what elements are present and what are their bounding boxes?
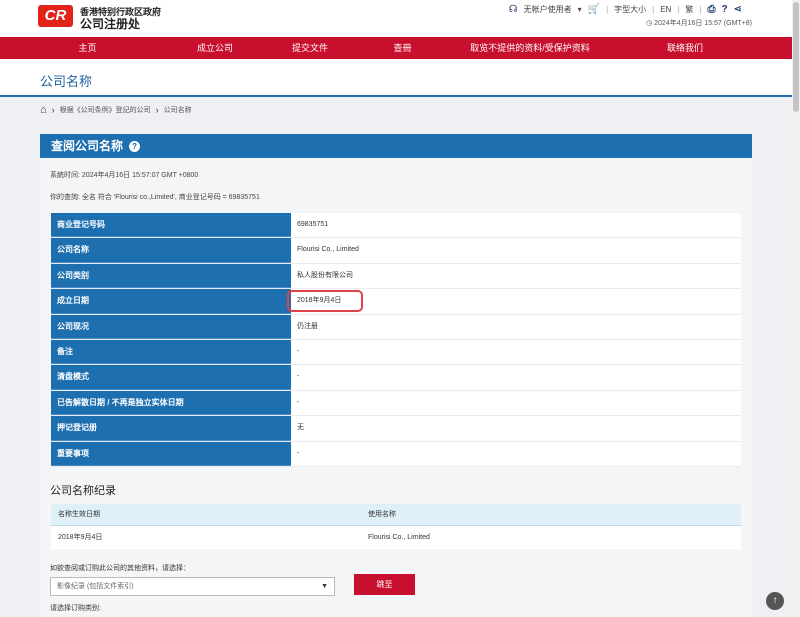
org-name-line2: 公司注册处 [80, 17, 141, 31]
row-value: - [291, 441, 741, 466]
breadcrumb: ⌂ › 根据《公司条例》登記的公司 › 公司名称 [40, 104, 192, 116]
order-select[interactable]: 影像纪录 (包括文件索引) ▼ [50, 577, 335, 596]
table-row: 备注 - [51, 339, 741, 366]
system-time: 系統时间: 2024年4月16日 15:57:07 GMT +0800 [50, 172, 199, 179]
panel-title: 查阅公司名称 [51, 139, 124, 153]
table-row: 商业登记号码 69835751 [51, 213, 741, 239]
lang-tc-link[interactable]: 繁 [685, 4, 693, 15]
row-value: 私人股份有限公司 [291, 263, 741, 289]
title-band: 公司名称 [0, 59, 792, 97]
user-menu[interactable]: 无帐户使用者 [524, 4, 572, 15]
go-button[interactable]: 跳至 [354, 574, 415, 595]
nav-home[interactable]: 主页 [0, 37, 175, 59]
table-row: 重要事项 - [51, 441, 741, 467]
top-tools: ☊ 无帐户使用者 ▾ 🛒 | 字型大小 | EN | 繁 | ⎙ ? ⋖ [508, 4, 742, 15]
row-label: 公司现况 [51, 314, 291, 339]
help-icon[interactable]: ? [722, 4, 728, 15]
table-row: 公司名称 Flourisi Co., Limited [51, 238, 741, 264]
top-header: CR 香港特别行政区政府 公司注册处 ☊ 无帐户使用者 ▾ 🛒 | 字型大小 |… [0, 0, 792, 37]
table-row: 押记登记册无 [51, 416, 741, 442]
history-name: Flourisi Co., Limited [368, 534, 430, 541]
table-row: 2018年9月4日 Flourisi Co., Limited [51, 526, 741, 549]
clock-icon: ◷ [646, 20, 653, 27]
row-value: Flourisi Co., Limited [291, 238, 741, 263]
history-title: 公司名称纪录 [50, 485, 116, 497]
share-icon[interactable]: ⋖ [734, 4, 742, 15]
chevron-right-icon: › [155, 105, 159, 115]
history-header: 名称生效日期 使用名称 [51, 504, 741, 526]
chevron-right-icon: › [51, 105, 55, 115]
row-label: 已告解散日期 / 不再是独立实体日期 [51, 390, 291, 416]
main-nav: 主页 成立公司 提交文件 查冊 取览不提供的资料/受保护资料 联络我们 [0, 37, 792, 59]
lang-en-link[interactable]: EN [660, 5, 671, 14]
table-row: 已告解散日期 / 不再是独立实体日期 - [51, 390, 741, 417]
breadcrumb-item[interactable]: 根据《公司条例》登記的公司 [60, 105, 151, 115]
scroll-thumb[interactable] [793, 2, 799, 112]
row-value: - [291, 390, 741, 416]
order-type-label: 请选择订购类别: [50, 605, 101, 612]
page-scrollbar[interactable] [792, 0, 800, 617]
company-name-panel: 查阅公司名称 ? 系統时间: 2024年4月16日 15:57:07 GMT +… [40, 134, 752, 617]
row-label: 公司类别 [51, 263, 291, 289]
row-value: 仍注册 [291, 314, 741, 339]
row-value: - [291, 365, 741, 390]
history-table: 名称生效日期 使用名称 2018年9月4日 Flourisi Co., Limi… [51, 504, 741, 549]
col-header-name: 使用名称 [368, 511, 396, 518]
order-question: 如欲查阅或订购此公司的其他资料，请选择： [50, 565, 190, 572]
row-value: 无 [291, 416, 741, 441]
dropdown-arrow-icon: ▼ [321, 583, 328, 590]
help-icon[interactable]: ? [129, 140, 141, 152]
row-label: 备注 [51, 339, 291, 365]
detail-table: 商业登记号码 69835751 公司名称 Flourisi Co., Limited… [51, 213, 741, 467]
print-icon[interactable]: ⎙ [708, 4, 716, 15]
table-row: 清盘模式 - [51, 365, 741, 391]
nav-submit-docs[interactable]: 提交文件 [255, 37, 365, 59]
back-to-top-button[interactable]: ↑ [766, 592, 784, 610]
table-row: 成立日期 2018年9月4日 [51, 289, 741, 315]
table-row: 公司类别 私人股份有限公司 [51, 263, 741, 290]
nav-restricted-info[interactable]: 取览不提供的资料/受保护资料 [440, 37, 620, 59]
home-icon[interactable]: ⌂ [40, 104, 47, 116]
row-label: 清盘模式 [51, 365, 291, 390]
col-header-date: 名称生效日期 [58, 511, 100, 518]
font-size-control[interactable]: 字型大小 [614, 4, 646, 15]
nav-incorporate[interactable]: 成立公司 [175, 37, 255, 59]
row-value: - [291, 339, 741, 365]
header-datetime: ◷ 2024年4月16日 15:57 (GMT+8) [646, 20, 752, 27]
table-row: 公司现况 仍注册 [51, 314, 741, 340]
panel-header: 查阅公司名称 ? [40, 134, 752, 158]
chevron-down-icon: ▾ [577, 5, 582, 14]
nav-search[interactable]: 查冊 [365, 37, 440, 59]
row-label: 重要事项 [51, 441, 291, 466]
row-value: 69835751 [291, 213, 741, 238]
row-label: 成立日期 [51, 289, 291, 314]
row-label: 押记登记册 [51, 416, 291, 441]
row-label: 商业登记号码 [51, 213, 291, 238]
headset-icon: ☊ [508, 4, 518, 15]
cr-logo[interactable]: CR [38, 5, 73, 27]
row-value: 2018年9月4日 [287, 289, 741, 314]
nav-contact[interactable]: 联络我们 [620, 37, 750, 59]
cart-icon[interactable]: 🛒 [588, 4, 600, 15]
history-date: 2018年9月4日 [58, 534, 103, 541]
row-label: 公司名称 [51, 238, 291, 263]
page-title: 公司名称 [40, 74, 93, 89]
breadcrumb-item: 公司名称 [163, 107, 192, 114]
query-summary: 你的查詢: 全名 符合 'Flourisi co.,Limited', 商业登记… [50, 194, 260, 201]
highlight-box [287, 290, 363, 313]
